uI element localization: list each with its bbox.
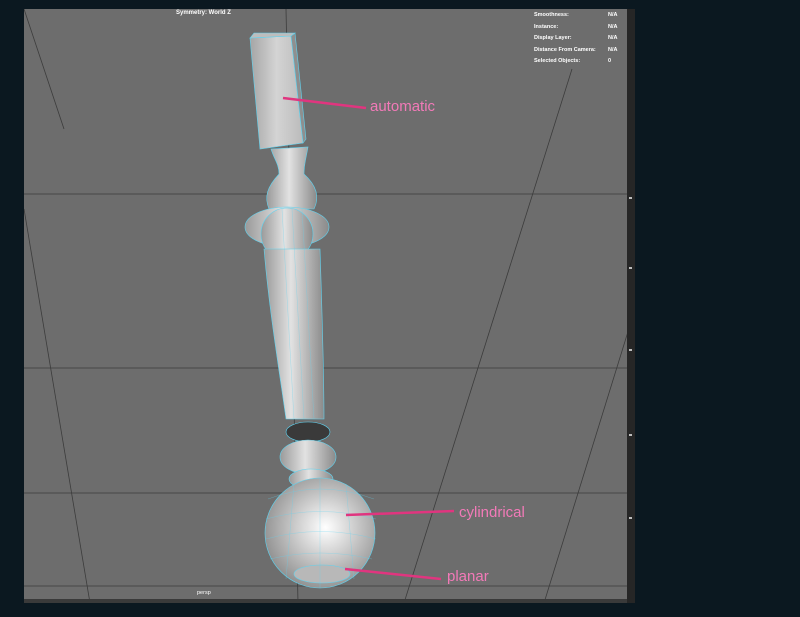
hud-stats: Smoothness: N/A Instance: N/A Display Layer:…	[534, 10, 634, 68]
panel-tick	[629, 267, 632, 269]
hud-value: N/A	[608, 46, 618, 53]
hud-row: Selected Objects: 0	[534, 56, 634, 68]
symmetry-label: Symmetry: World Z	[176, 10, 231, 16]
hud-row: Display Layer: N/A	[534, 33, 634, 45]
annotation-planar: planar	[447, 568, 489, 585]
arrow-planar	[344, 567, 442, 581]
hud-value: N/A	[608, 23, 618, 30]
hud-value: N/A	[608, 35, 618, 41]
hud-row: Distance From Camera: N/A	[534, 45, 634, 57]
table-leg-model	[244, 32, 376, 589]
hud-value: N/A	[608, 12, 618, 18]
side-panel-scrollbar[interactable]	[627, 9, 635, 603]
scene-canvas[interactable]	[24, 9, 635, 603]
hud-label: Display Layer:	[534, 35, 572, 41]
annotation-automatic: automatic	[370, 98, 436, 115]
hud-label: Selected Objects:	[534, 58, 581, 64]
panel-tick	[629, 197, 632, 199]
hud-value: 0	[608, 58, 612, 64]
panel-tick	[629, 434, 632, 436]
viewport-bottom-strip	[24, 599, 635, 603]
hud-row: Instance: N/A	[534, 22, 634, 34]
maya-viewport[interactable]: Symmetry: World Z Smoothness: N/A Instance…	[24, 9, 635, 603]
annotation-cylindrical: cylindrical	[459, 504, 525, 521]
hud-row: Smoothness: N/A	[534, 10, 634, 22]
hud-label: Distance From Camera:	[534, 46, 596, 53]
panel-tick	[629, 349, 632, 351]
hud-label: Instance:	[534, 23, 559, 30]
panel-tick	[629, 517, 632, 519]
camera-label: persp	[197, 590, 211, 596]
hud-label: Smoothness:	[534, 12, 569, 18]
